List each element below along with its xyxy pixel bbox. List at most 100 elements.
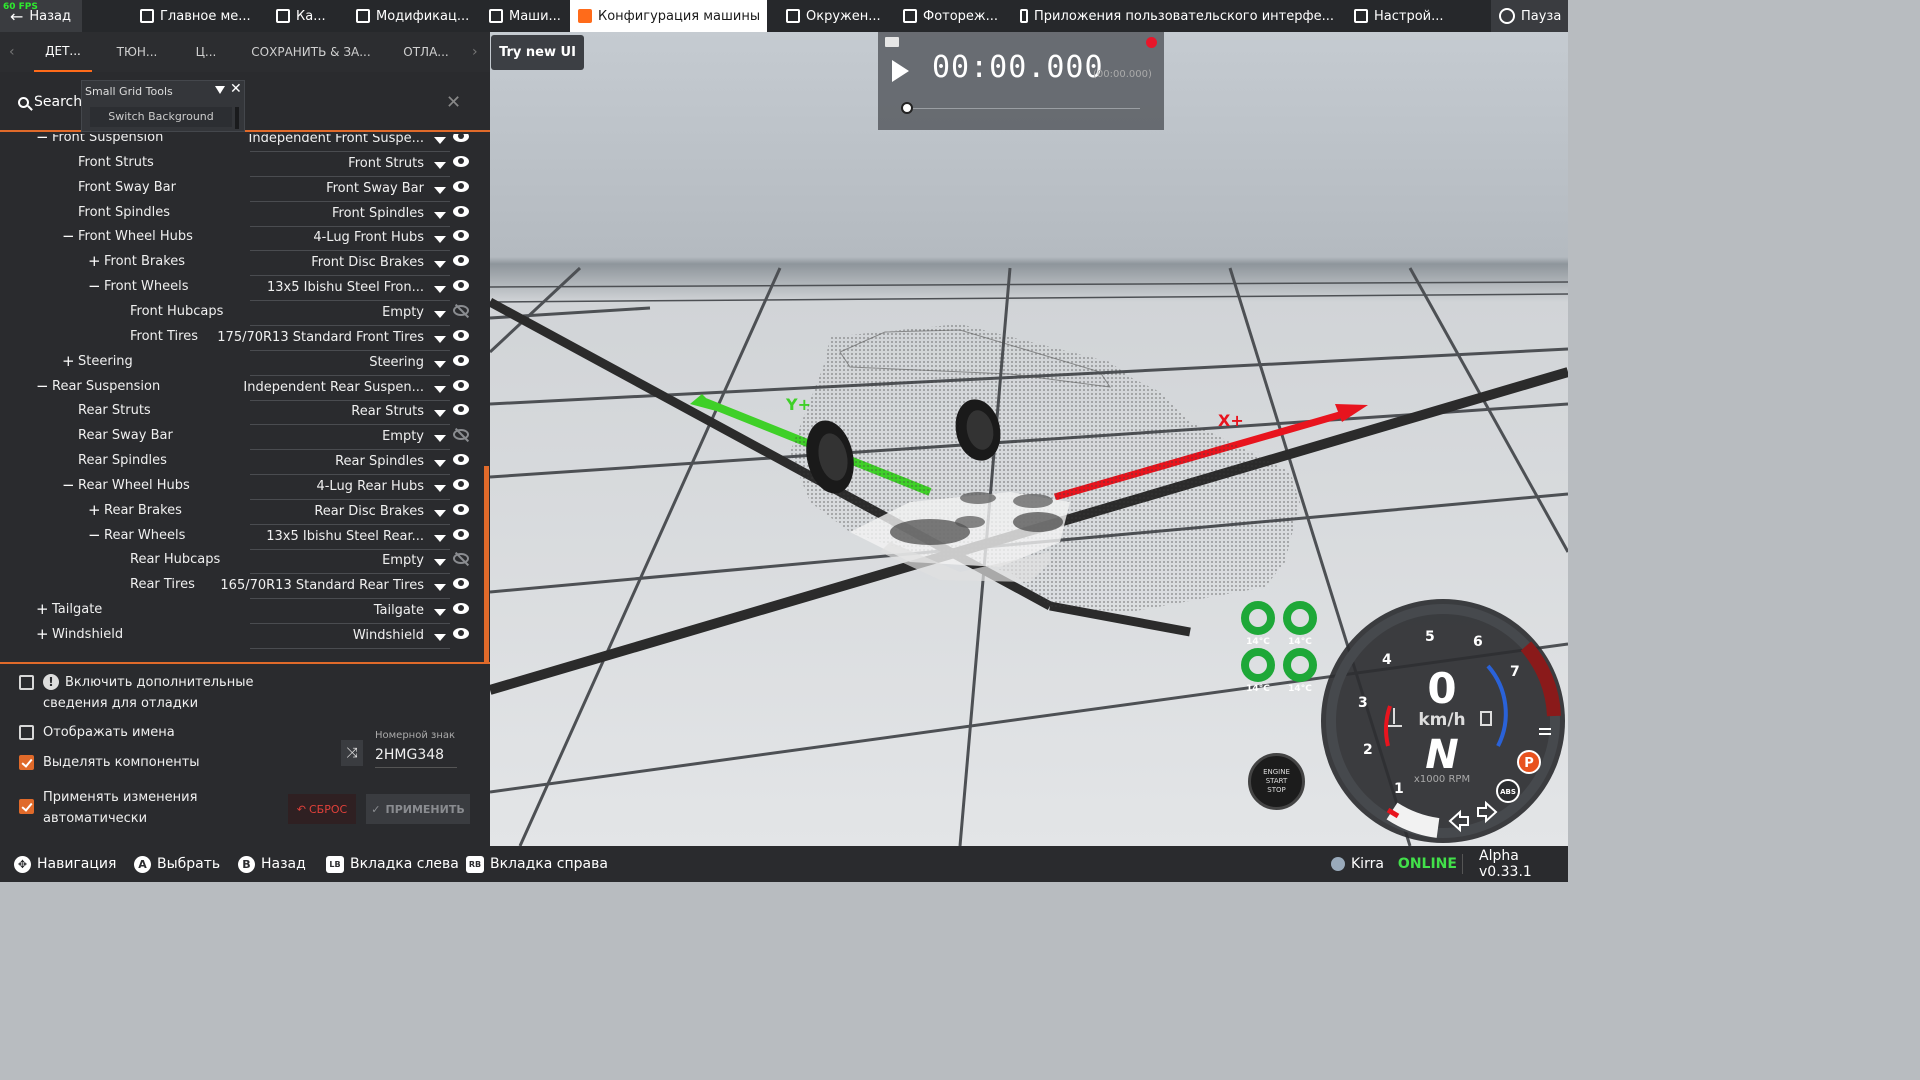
reset-button[interactable]: ↶ СБРОС [288, 794, 356, 824]
eye-icon[interactable] [453, 628, 469, 639]
dropdown-icon[interactable] [434, 335, 446, 343]
collapse-icon[interactable]: − [88, 277, 101, 295]
nav-item-8[interactable]: Настрой... [1346, 0, 1486, 32]
nav-item-7[interactable]: Приложения пользовательского интерфе... [1012, 0, 1334, 32]
collapse-icon[interactable] [215, 86, 225, 94]
play-icon[interactable] [892, 60, 909, 82]
eye-icon[interactable] [453, 134, 469, 142]
part-row[interactable]: − Rear Suspension Independent Rear Suspen.… [0, 376, 484, 401]
nav-item-1[interactable]: Ка... [268, 0, 348, 32]
part-row[interactable]: − Rear Wheel Hubs 4-Lug Rear Hubs [0, 475, 484, 500]
tab-parts[interactable]: ДЕТ... [34, 32, 92, 72]
close-icon[interactable]: ✕ [230, 81, 242, 97]
dropdown-icon[interactable] [434, 460, 446, 468]
record-icon[interactable] [1146, 37, 1157, 48]
apply-button[interactable]: ✓ ПРИМЕНИТЬ [366, 794, 470, 824]
part-selected-value[interactable]: 13x5 Ibishu Steel Fron... [267, 280, 424, 295]
part-row[interactable]: − Rear Wheels 13x5 Ibishu Steel Rear... [0, 525, 484, 550]
eye-icon[interactable] [453, 205, 469, 217]
expand-icon[interactable]: + [88, 252, 101, 270]
pause-button[interactable]: Пауза [1491, 0, 1568, 32]
eye-icon[interactable] [453, 280, 469, 292]
part-selected-value[interactable]: Empty [382, 429, 424, 444]
try-new-ui-button[interactable]: Try new UI [491, 35, 584, 70]
part-selected-value[interactable]: 13x5 Ibishu Steel Rear... [266, 529, 424, 544]
part-row[interactable]: Front Tires 175/70R13 Standard Front Tire… [0, 326, 484, 351]
debug-info-checkbox[interactable] [19, 675, 34, 690]
shuffle-plate-icon[interactable]: ⤨ [341, 740, 363, 766]
dropdown-icon[interactable] [434, 137, 446, 144]
dropdown-icon[interactable] [434, 534, 446, 542]
dropdown-icon[interactable] [434, 609, 446, 617]
dropdown-icon[interactable] [434, 484, 446, 492]
part-selected-value[interactable]: Front Sway Bar [326, 181, 424, 196]
part-row[interactable]: Rear Spindles Rear Spindles [0, 450, 484, 476]
part-row[interactable]: + Front Brakes Front Disc Brakes [0, 251, 484, 277]
highlight-option[interactable]: Выделять компоненты [19, 752, 200, 773]
part-selected-value[interactable]: Rear Struts [351, 404, 424, 419]
part-selected-value[interactable]: Empty [382, 305, 424, 320]
dropdown-icon[interactable] [434, 559, 446, 567]
part-selected-value[interactable]: 4-Lug Rear Hubs [316, 479, 424, 494]
part-selected-value[interactable]: 175/70R13 Standard Front Tires [217, 330, 424, 345]
clear-search-icon[interactable]: ✕ [446, 92, 461, 113]
search-input[interactable]: Search [18, 94, 82, 110]
tab-tuning[interactable]: ТЮН... [108, 32, 166, 72]
user-status[interactable]: Kirra ONLINE [1331, 846, 1457, 882]
part-selected-value[interactable]: Front Struts [348, 156, 424, 171]
part-selected-value[interactable]: Front Spindles [332, 206, 424, 221]
collapse-icon[interactable]: − [36, 377, 49, 395]
part-row[interactable]: Front Spindles Front Spindles [0, 202, 484, 227]
part-row[interactable]: Front Struts Front Struts [0, 152, 484, 177]
eye-off-icon[interactable] [453, 304, 469, 316]
tab-color[interactable]: Ц... [184, 32, 228, 72]
eye-icon[interactable] [453, 354, 469, 366]
show-names-checkbox[interactable] [19, 725, 34, 740]
dropdown-icon[interactable] [434, 286, 446, 294]
highlight-checkbox[interactable] [19, 755, 34, 770]
part-selected-value[interactable]: Independent Front Suspe... [249, 134, 424, 146]
part-row[interactable]: Rear Struts Rear Struts [0, 400, 484, 426]
part-row[interactable]: Front Sway Bar Front Sway Bar [0, 177, 484, 202]
eye-icon[interactable] [453, 255, 469, 267]
folder-icon[interactable] [885, 37, 899, 47]
hint-3[interactable]: LB Вкладка слева [326, 846, 459, 882]
tabs-next-icon[interactable]: › [472, 44, 478, 60]
part-row[interactable]: − Front Wheels 13x5 Ibishu Steel Fron... [0, 276, 484, 302]
part-row[interactable]: − Front Wheel Hubs 4-Lug Front Hubs [0, 226, 484, 252]
nav-item-6[interactable]: Фотореж... [895, 0, 1011, 32]
expand-icon[interactable]: + [62, 352, 75, 370]
debug-info-option[interactable]: ! Включить дополнительные сведения для от… [19, 672, 313, 714]
collapse-icon[interactable]: − [62, 227, 75, 245]
part-row[interactable]: + Rear Brakes Rear Disc Brakes [0, 500, 484, 525]
part-row[interactable]: Front Hubcaps Empty [0, 301, 484, 326]
grid-tools-scrollbar[interactable] [235, 107, 239, 129]
eye-icon[interactable] [453, 379, 469, 391]
part-selected-value[interactable]: Front Disc Brakes [311, 255, 424, 270]
auto-apply-checkbox[interactable] [19, 799, 34, 814]
part-selected-value[interactable]: Rear Disc Brakes [314, 504, 424, 519]
dropdown-icon[interactable] [434, 385, 446, 393]
part-row[interactable]: Rear Hubcaps Empty [0, 549, 484, 575]
eye-icon[interactable] [453, 329, 469, 341]
part-selected-value[interactable]: 165/70R13 Standard Rear Tires [220, 578, 424, 593]
tab-debug[interactable]: ОТЛА... [396, 32, 456, 72]
dropdown-icon[interactable] [434, 261, 446, 269]
expand-icon[interactable]: + [88, 501, 101, 519]
eye-icon[interactable] [453, 603, 469, 615]
part-selected-value[interactable]: Rear Spindles [335, 454, 424, 469]
part-selected-value[interactable]: Steering [369, 355, 424, 370]
nav-item-3[interactable]: Маши... [481, 0, 567, 32]
part-selected-value[interactable]: Independent Rear Suspen... [243, 380, 424, 395]
part-row[interactable]: + Steering Steering [0, 351, 484, 376]
tab-save-load[interactable]: СОХРАНИТЬ & ЗА... [246, 32, 376, 72]
auto-apply-option[interactable]: Применять изменения автоматически [19, 787, 223, 829]
part-selected-value[interactable]: 4-Lug Front Hubs [313, 230, 424, 245]
eye-icon[interactable] [453, 528, 469, 540]
expand-icon[interactable]: + [36, 625, 49, 643]
eye-icon[interactable] [453, 180, 469, 192]
nav-item-4[interactable]: Конфигурация машины [570, 0, 767, 32]
dropdown-icon[interactable] [434, 509, 446, 517]
show-names-option[interactable]: Отображать имена [19, 722, 175, 743]
eye-icon[interactable] [453, 404, 469, 416]
